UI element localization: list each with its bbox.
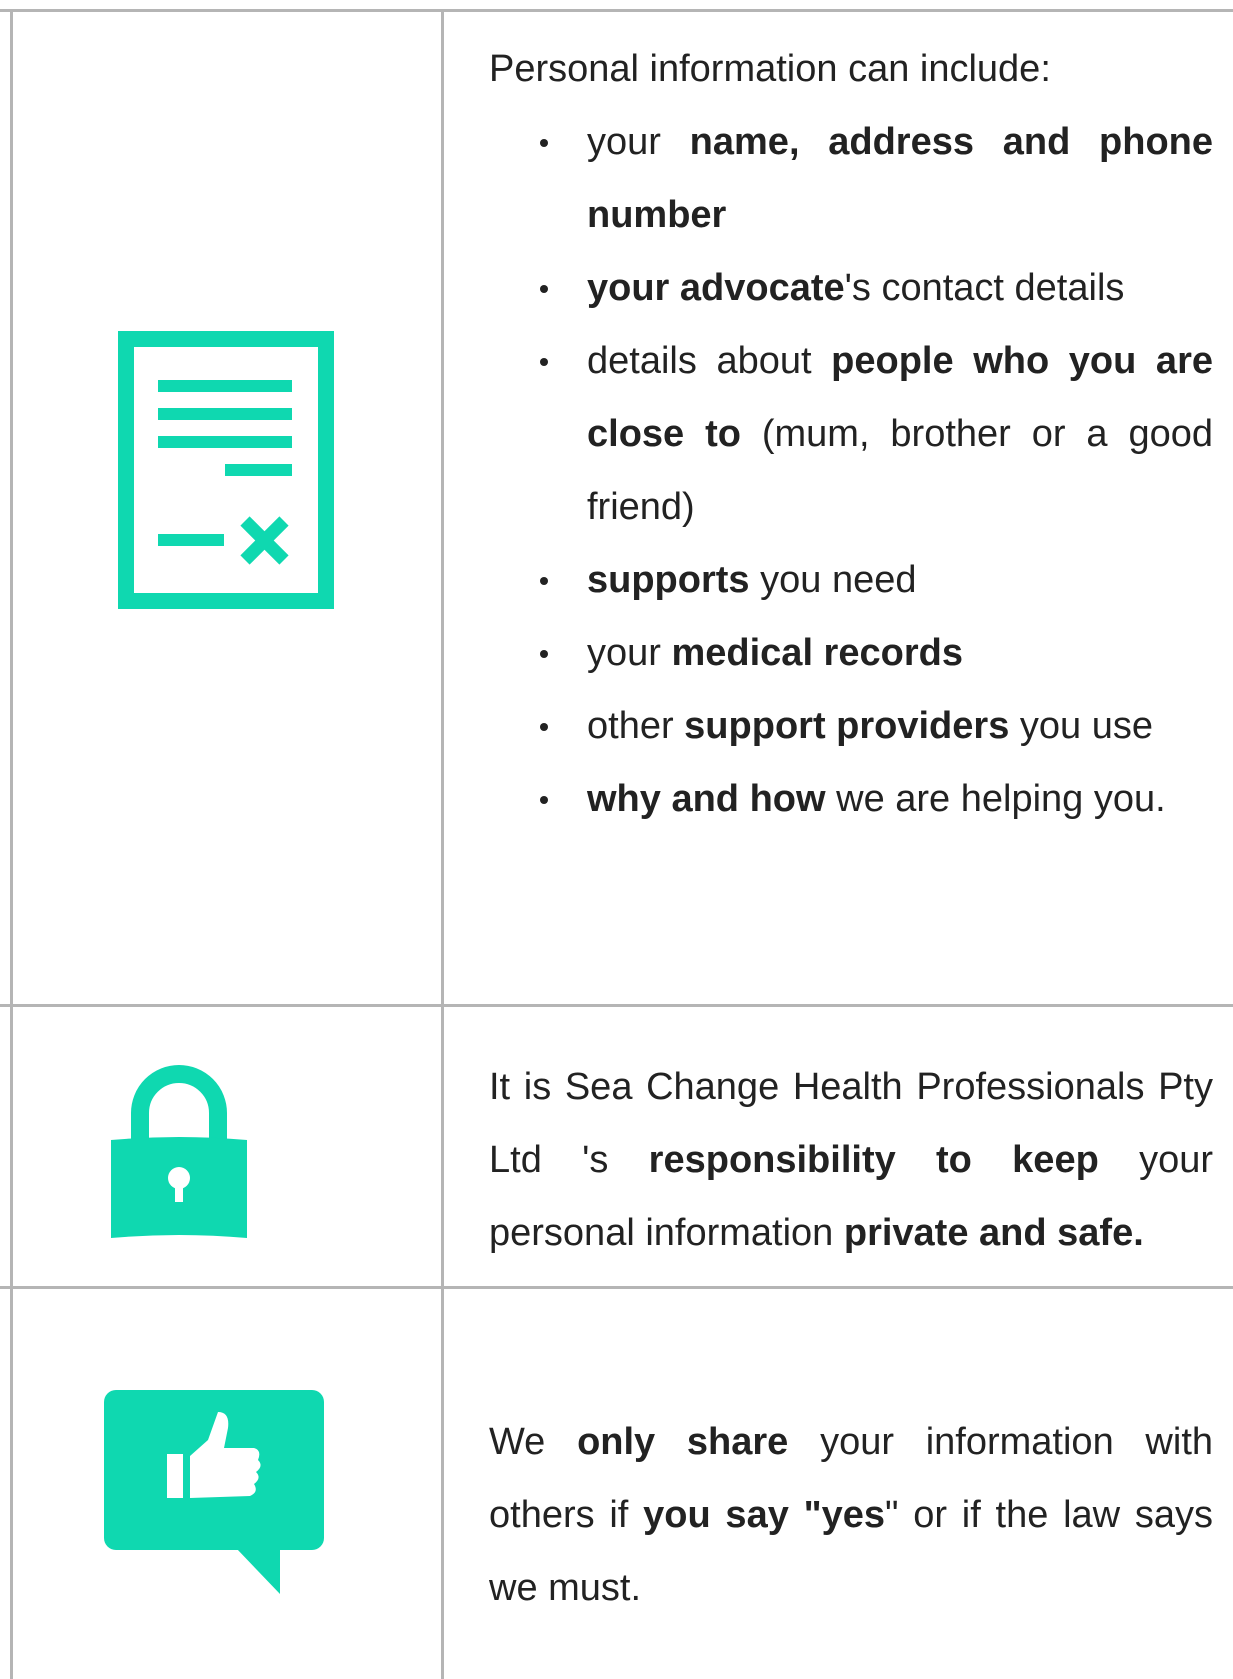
table-row: Personal information can include: your n… [0,12,1233,1007]
icon-cell [10,1007,444,1286]
list-item: other support providers you use [489,690,1213,763]
personal-info-list: your name, address and phone number your… [489,106,1213,836]
list-item: your name, address and phone number [489,106,1213,252]
list-item: your advocate's contact details [489,252,1213,325]
sharing-text: We only share your information with othe… [489,1421,1214,1609]
text-cell: Personal information can include: your n… [444,12,1233,1004]
table-row: We only share your information with othe… [0,1289,1233,1679]
list-item: why and how we are helping you. [489,763,1213,836]
padlock-icon [111,1065,247,1238]
list-item: supports you need [489,544,1213,617]
document-cross-icon [118,331,334,609]
list-item: details about people who you are close t… [489,325,1213,544]
text-cell: It is Sea Change Health Professionals Pt… [444,1007,1233,1286]
easy-read-table: Personal information can include: your n… [0,9,1233,1679]
responsibility-text: It is Sea Change Health Professionals Pt… [489,1066,1214,1254]
list-item: your medical records [489,617,1213,690]
text-cell: We only share your information with othe… [444,1289,1233,1679]
table-row: It is Sea Change Health Professionals Pt… [0,1007,1233,1289]
icon-cell [10,1289,444,1679]
icon-cell [10,12,444,1004]
thumbs-up-speech-bubble-icon [104,1390,324,1594]
intro-text: Personal information can include: [489,48,1051,90]
